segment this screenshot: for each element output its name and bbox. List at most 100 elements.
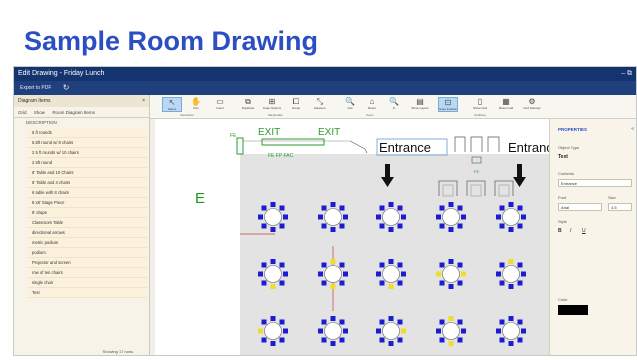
chair[interactable] (397, 205, 403, 211)
chair[interactable] (517, 262, 523, 268)
bold-button[interactable]: B (558, 228, 562, 234)
list-item[interactable]: 6' Table and 4 chairs (28, 178, 147, 188)
export-to-pdf-button[interactable]: Export to PDF (18, 81, 53, 95)
round-table-with-chairs[interactable] (496, 259, 526, 289)
chair[interactable] (318, 328, 323, 334)
chair[interactable] (397, 262, 403, 268)
round-table-with-chairs[interactable] (376, 316, 406, 346)
chair[interactable] (457, 319, 463, 325)
entrance-label[interactable]: Entrance (379, 140, 431, 155)
tab-room-diagram-items[interactable]: Room Diagram Items (52, 110, 95, 115)
chair[interactable] (330, 341, 336, 346)
chair[interactable] (397, 319, 403, 325)
chair[interactable] (279, 280, 285, 286)
chair[interactable] (508, 259, 514, 264)
duplicate-button[interactable]: ⧉ Duplicate (238, 97, 258, 110)
chair[interactable] (339, 262, 345, 268)
chair[interactable] (283, 271, 288, 277)
round-table[interactable] (502, 265, 520, 283)
round-table[interactable] (442, 265, 460, 283)
chair[interactable] (261, 280, 267, 286)
chair[interactable] (499, 223, 505, 229)
exit-label[interactable]: EXIT (318, 127, 340, 138)
round-table-with-chairs[interactable] (436, 202, 466, 232)
round-table-with-chairs[interactable] (318, 316, 348, 346)
chair[interactable] (321, 262, 327, 268)
chair[interactable] (388, 202, 394, 207)
round-table[interactable] (264, 265, 282, 283)
window-controls[interactable]: – ⧉ (621, 67, 632, 81)
list-item[interactable]: 8 x8' Stage Piece (28, 198, 147, 208)
grid-settings-button[interactable]: ⚙ Grid Settings (522, 97, 542, 110)
chair[interactable] (330, 284, 336, 289)
round-table-with-chairs[interactable] (318, 259, 348, 289)
chair[interactable] (258, 271, 263, 277)
chair[interactable] (270, 284, 276, 289)
chair[interactable] (270, 227, 276, 232)
chair[interactable] (321, 319, 327, 325)
chair[interactable] (343, 271, 348, 277)
round-table[interactable] (324, 322, 342, 340)
chair[interactable] (279, 205, 285, 211)
list-item[interactable]: Projector and screen (28, 258, 147, 268)
chair[interactable] (376, 328, 381, 334)
close-icon[interactable]: × (142, 95, 145, 107)
contents-input[interactable]: Entrance (558, 179, 632, 187)
list-item[interactable]: directional arrows (28, 228, 147, 238)
chair[interactable] (457, 280, 463, 286)
chair[interactable] (496, 328, 501, 334)
chair[interactable] (457, 205, 463, 211)
list-item[interactable]: 5 ft rounds (28, 128, 147, 138)
chair[interactable] (321, 280, 327, 286)
snap-enabled-toggle[interactable]: ⊡ Snap Enabled (438, 97, 458, 112)
list-item[interactable]: 6 table with 8 chairs (28, 188, 147, 198)
chair[interactable] (461, 328, 466, 334)
chair[interactable] (330, 259, 336, 264)
chair[interactable] (521, 328, 526, 334)
chair[interactable] (261, 223, 267, 229)
font-select[interactable]: Arial (558, 203, 602, 211)
chair[interactable] (439, 337, 445, 343)
chair[interactable] (508, 316, 514, 321)
list-item[interactable]: Text (28, 288, 147, 298)
chair[interactable] (339, 337, 345, 343)
chair[interactable] (270, 316, 276, 321)
round-table-with-chairs[interactable] (436, 316, 466, 346)
list-item[interactable]: 5.5ft round w/ 8 chairs (28, 138, 147, 148)
chair[interactable] (343, 328, 348, 334)
chair[interactable] (401, 214, 406, 220)
chair[interactable] (457, 262, 463, 268)
chair[interactable] (508, 341, 514, 346)
entrance-label[interactable]: Entranc (508, 140, 553, 155)
zoom-out-button[interactable]: 🔍 Out (340, 97, 360, 110)
chair[interactable] (517, 337, 523, 343)
chair[interactable] (318, 271, 323, 277)
chair[interactable] (330, 202, 336, 207)
chair[interactable] (397, 337, 403, 343)
chair[interactable] (499, 319, 505, 325)
chair[interactable] (401, 328, 406, 334)
drape-panel[interactable] (470, 136, 483, 152)
list-item[interactable]: 2 5ft round (28, 158, 147, 168)
chair[interactable] (321, 337, 327, 343)
chair[interactable] (376, 271, 381, 277)
chair[interactable] (379, 337, 385, 343)
chair[interactable] (318, 214, 323, 220)
round-table[interactable] (264, 322, 282, 340)
chair[interactable] (461, 271, 466, 277)
chair[interactable] (388, 341, 394, 346)
measure-button[interactable]: ⤡ Measure (310, 97, 330, 110)
chair[interactable] (499, 205, 505, 211)
list-item[interactable]: 8' drape (28, 208, 147, 218)
chair[interactable] (388, 284, 394, 289)
size-input[interactable]: 4.5 (608, 203, 632, 211)
room-diagram[interactable]: EXIT EXIT FE FE FP FAC E Entrance Entran… (155, 119, 560, 356)
chair[interactable] (448, 259, 454, 264)
chair[interactable] (448, 316, 454, 321)
round-table[interactable] (382, 208, 400, 226)
chair[interactable] (496, 214, 501, 220)
fe-small-label[interactable]: FE (474, 169, 479, 174)
chair[interactable] (448, 341, 454, 346)
chair[interactable] (283, 328, 288, 334)
round-table-with-chairs[interactable] (318, 202, 348, 232)
